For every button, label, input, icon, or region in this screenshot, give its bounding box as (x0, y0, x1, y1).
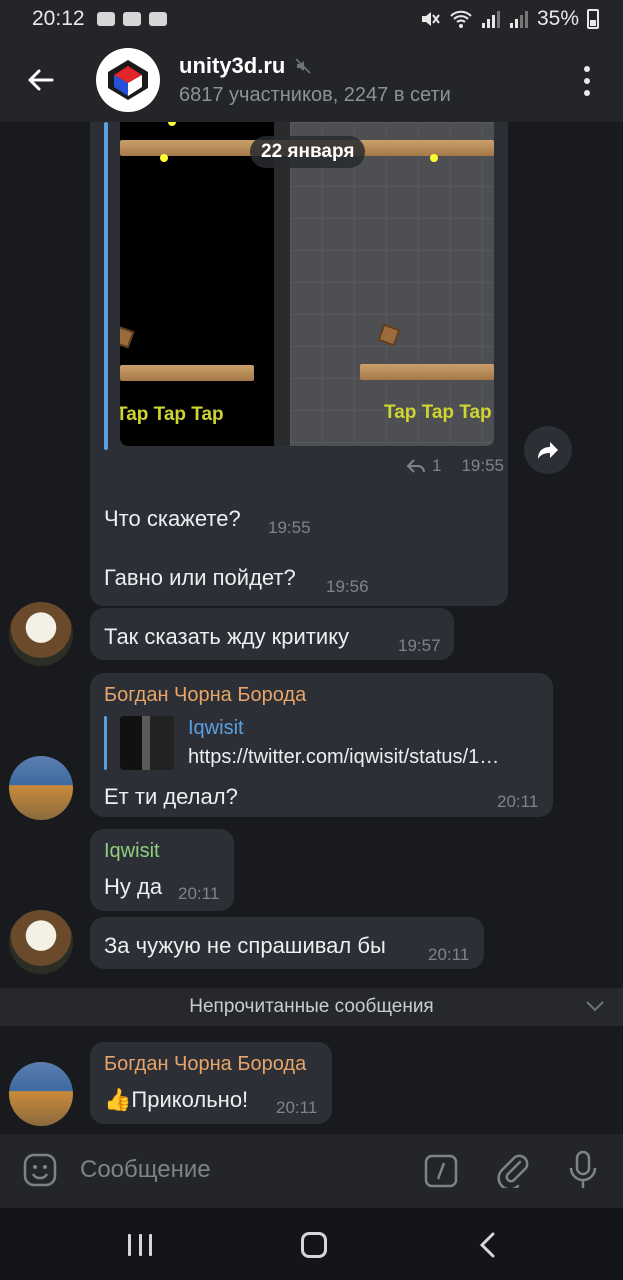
home-button[interactable] (301, 1232, 327, 1258)
game-view-left (120, 122, 274, 446)
signal-icon (481, 11, 500, 28)
dot (584, 66, 590, 72)
system-icons: 35% (419, 7, 599, 31)
coin-dot (430, 154, 438, 162)
quote-link[interactable]: https://twitter.com/iqwisit/status/1… (188, 746, 540, 769)
chevron-down-icon[interactable] (585, 998, 605, 1014)
signal-icon (509, 11, 528, 28)
message-text: Ет ти делал? (104, 784, 238, 809)
message-text: Гавно или пойдет? (104, 565, 296, 590)
share-button[interactable] (524, 426, 572, 474)
media-image[interactable]: Tap Tap Tap Tap Tap Tap (120, 122, 494, 446)
message-text: За чужую не спрашивал бы (104, 933, 386, 958)
message-list[interactable]: Tap Tap Tap Tap Tap Tap 22 января 1 19:5… (0, 122, 623, 1134)
bar (128, 1234, 131, 1256)
message-body: Прикольно! (131, 1087, 249, 1112)
status-bar: 20:12 35% (0, 0, 623, 38)
system-nav-bar (0, 1208, 623, 1280)
notification-icons (96, 12, 167, 26)
status-time: 20:12 (32, 7, 85, 30)
youtube-icon (148, 12, 167, 26)
reply-count-text: 1 (432, 456, 442, 475)
message-text: 👍Прикольно! (104, 1087, 248, 1113)
plank-right (360, 364, 494, 380)
message-text: Что скажете? (104, 506, 241, 531)
message-time: 19:55 (461, 456, 505, 475)
thumb-part (150, 716, 174, 770)
unity-logo-icon (108, 60, 148, 100)
quote-author[interactable]: Iqwisit (104, 840, 160, 863)
quote-title[interactable]: Iqwisit (188, 717, 244, 740)
recents-button[interactable] (128, 1234, 152, 1256)
message-time: 19:55 (268, 518, 311, 537)
chat-title: unity3d.ru (179, 53, 451, 79)
back-button[interactable] (0, 38, 80, 122)
nav-back-icon[interactable] (478, 1232, 498, 1258)
plank-left (120, 365, 254, 381)
chat-header: unity3d.ru 6817 участников, 2247 в сети (0, 38, 623, 122)
message-time: 20:11 (178, 884, 220, 903)
bot-commands-icon[interactable] (424, 1154, 458, 1188)
avatar[interactable] (9, 1062, 73, 1126)
divider (274, 122, 290, 446)
arrow-left-icon (28, 69, 54, 91)
unread-separator: Непрочитанные сообщения (0, 988, 623, 1026)
coin-dot (160, 154, 168, 162)
thumbs-up-icon: 👍 (104, 1087, 132, 1112)
battery-percent: 35% (536, 7, 579, 30)
microphone-icon[interactable] (568, 1150, 598, 1190)
message-input[interactable]: Сообщение (80, 1156, 211, 1184)
chat-avatar[interactable] (96, 48, 160, 112)
wifi-icon (450, 10, 472, 28)
message-text: Ну да (104, 874, 163, 899)
game-text-right: Tap Tap Tap (384, 402, 492, 423)
sticker-emoji-icon[interactable] (22, 1152, 58, 1188)
message-time: 20:11 (428, 945, 470, 964)
replies-counter[interactable]: 1 19:55 (406, 456, 504, 476)
sender-name[interactable]: Богдан Чорна Борода (104, 1053, 306, 1076)
game-view-right (290, 122, 494, 446)
share-arrow-icon (538, 442, 558, 459)
overflow-menu-button[interactable] (575, 66, 599, 96)
forward-quote-bar (104, 122, 108, 450)
battery-icon (587, 9, 599, 29)
message-time: 19:57 (398, 636, 441, 655)
reply-icon (406, 459, 425, 473)
date-pill: 22 января (250, 136, 366, 168)
message-time: 20:11 (497, 792, 539, 811)
message-composer: Сообщение (0, 1134, 623, 1208)
chat-title-block[interactable]: unity3d.ru 6817 участников, 2247 в сети (179, 53, 451, 107)
muted-icon (295, 58, 311, 74)
bar (138, 1234, 142, 1256)
game-text-left: Tap Tap Tap (120, 404, 224, 425)
quote-bar (104, 716, 107, 770)
bar (149, 1234, 152, 1256)
message-time: 20:11 (276, 1098, 318, 1117)
dot (584, 90, 590, 96)
dot (584, 78, 590, 84)
avatar[interactable] (9, 910, 73, 974)
thumb-part (120, 716, 142, 770)
link-preview-thumbnail[interactable] (120, 716, 174, 770)
message-text: Так сказать жду критику (104, 624, 350, 649)
gallery-icon (96, 12, 115, 26)
mute-icon (421, 12, 440, 26)
avatar[interactable] (9, 602, 73, 666)
message-time: 19:56 (326, 577, 369, 596)
chat-members-count: 6817 участников, 2247 в сети (179, 84, 451, 106)
thumb-part (142, 716, 150, 770)
sender-name[interactable]: Богдан Чорна Борода (104, 684, 306, 707)
chat-name: unity3d.ru (179, 53, 286, 78)
attach-paperclip-icon[interactable] (496, 1152, 530, 1188)
avatar[interactable] (9, 756, 73, 820)
unread-label: Непрочитанные сообщения (189, 996, 434, 1017)
youtube-icon (122, 12, 141, 26)
